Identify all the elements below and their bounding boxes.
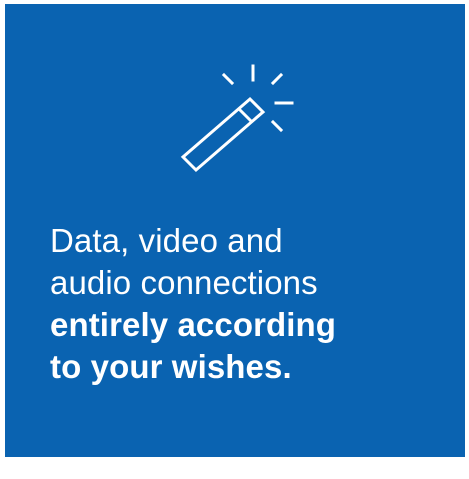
description-line-1: Data, video and <box>50 222 283 259</box>
description-line-2: audio connections <box>50 264 318 301</box>
feature-tile-frame: Data, video and audio connections entire… <box>0 0 469 479</box>
feature-description: Data, video and audio connections entire… <box>50 220 450 388</box>
description-emphasis-line-2: to your wishes. <box>50 348 292 385</box>
feature-tile: Data, video and audio connections entire… <box>5 4 465 457</box>
magic-wand-icon <box>180 64 294 173</box>
description-emphasis-line-1: entirely according <box>50 306 337 343</box>
